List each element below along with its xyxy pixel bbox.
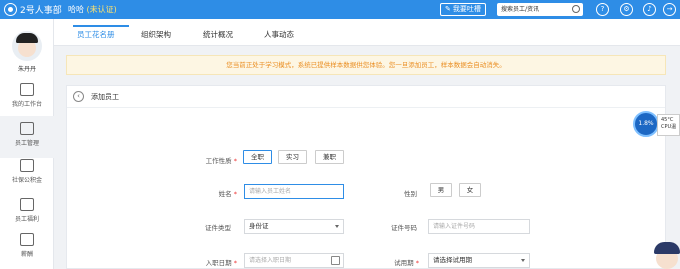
bell-icon[interactable]: ♪: [643, 3, 656, 16]
gender-female-button[interactable]: 女: [459, 183, 481, 197]
work-type-fulltime-button[interactable]: 全职: [243, 150, 272, 164]
gender-male-button[interactable]: 男: [430, 183, 452, 197]
sidebar-item-label: 员工福利: [14, 216, 39, 223]
feedback-label: 我要吐槽: [452, 5, 481, 13]
avatar[interactable]: [12, 31, 42, 61]
sidebar-item-label: 社保公积金: [11, 177, 42, 184]
work-type-parttime-button[interactable]: 兼职: [315, 150, 344, 164]
tab-statistics[interactable]: 统计概况: [203, 29, 233, 40]
cpu-info: 45°C CPU温: [657, 114, 680, 136]
company-status: (未认证): [86, 5, 117, 14]
name-input[interactable]: 请输入员工姓名: [244, 184, 344, 199]
work-type-intern-button[interactable]: 实习: [278, 150, 307, 164]
hire-date-label: 入职日期 *: [177, 257, 237, 267]
probation-select[interactable]: 请选择试用期: [428, 253, 530, 268]
mascot-hat: [654, 242, 680, 254]
tab-bar: 员工花名册 组织架构 统计概况 人事动态: [54, 19, 680, 46]
sidebar-item-label: 薪酬: [20, 251, 33, 258]
avatar-hair: [16, 33, 38, 43]
probation-label-text: 试用期: [394, 259, 414, 267]
hire-date-input[interactable]: 请选择入职日期: [244, 253, 344, 268]
cpu-gauge[interactable]: 1.8%: [633, 111, 659, 137]
app-logo[interactable]: 2号人事部: [4, 3, 62, 16]
feedback-button[interactable]: ✎ 我要吐槽: [440, 3, 486, 16]
required-mark: *: [415, 259, 419, 267]
logout-icon[interactable]: →: [663, 3, 676, 16]
logo-text: 2号人事部: [20, 6, 62, 16]
required-mark: *: [233, 190, 237, 198]
company-label: 哈哈: [68, 5, 84, 14]
staff-icon: [20, 122, 34, 135]
monitor-icon: [20, 83, 34, 96]
sidebar-item-staff[interactable]: 员工管理: [0, 116, 54, 158]
probation-label: 试用期 *: [367, 257, 419, 267]
cpu-temperature: 45°C: [661, 117, 674, 123]
panel-title: 添加员工: [91, 93, 119, 101]
id-number-input[interactable]: 请输入证件号码: [428, 219, 530, 234]
sidebar: 朱丹丹 我的工作台 员工管理 社保公积金 员工福利 薪酬: [0, 19, 54, 269]
add-employee-panel: ‹ 添加员工 工作性质 * 全职 实习 兼职 姓名 * 请输入员工姓名 性别 男…: [66, 85, 666, 269]
sidebar-item-label: 我的工作台: [11, 101, 42, 108]
id-type-value: 身份证: [249, 222, 269, 230]
cpu-label: CPU温: [661, 124, 677, 130]
name-label-text: 姓名: [218, 190, 232, 198]
logo-icon: [4, 3, 17, 16]
probation-value: 请选择试用期: [433, 256, 472, 264]
settings-icon[interactable]: ⚙: [620, 3, 633, 16]
chevron-down-icon: [521, 259, 525, 262]
assistant-mascot[interactable]: [652, 240, 680, 269]
gift-icon: [20, 198, 34, 211]
panel-header: ‹ 添加员工: [67, 86, 665, 108]
sidebar-item-salary[interactable]: 薪酬: [0, 227, 54, 269]
back-button[interactable]: ‹: [73, 91, 84, 102]
required-mark: *: [233, 259, 237, 267]
search-input[interactable]: 搜索员工/资讯: [497, 3, 583, 16]
tab-roster[interactable]: 员工花名册: [77, 29, 115, 40]
id-type-select[interactable]: 身份证: [244, 219, 344, 234]
tab-hr-updates[interactable]: 人事动态: [264, 29, 294, 40]
calendar-icon[interactable]: [331, 256, 340, 265]
id-number-label: 证件号码: [391, 224, 417, 232]
id-type-label: 证件类型: [205, 224, 231, 232]
sidebar-item-label: 员工管理: [14, 140, 39, 147]
chevron-down-icon: [335, 225, 339, 228]
sidebar-item-workbench[interactable]: 我的工作台: [0, 77, 54, 119]
username: 朱丹丹: [17, 66, 36, 73]
learning-mode-notice: 您当前正处于学习模式，系统已提供样本数据供您体验。您一旦添加员工，样本数据会自动…: [66, 55, 666, 75]
help-icon[interactable]: ?: [596, 3, 609, 16]
active-tab-indicator: [73, 25, 129, 27]
search-icon[interactable]: [572, 5, 580, 13]
home-icon: [20, 159, 34, 172]
edit-icon: ✎: [445, 5, 451, 13]
search-placeholder: 搜索员工/资讯: [501, 6, 540, 13]
hire-date-placeholder: 请选择入职日期: [249, 257, 292, 264]
top-bar: 2号人事部 哈哈 (未认证) ✎ 我要吐槽 搜索员工/资讯 ? ⚙ ♪ →: [0, 0, 680, 19]
sidebar-item-social-security[interactable]: 社保公积金: [0, 153, 54, 195]
work-type-label: 工作性质 *: [177, 155, 237, 165]
name-label: 姓名 *: [177, 188, 237, 198]
work-type-label-text: 工作性质: [205, 157, 232, 165]
company-name[interactable]: 哈哈 (未认证): [68, 4, 117, 15]
required-mark: *: [233, 157, 237, 165]
gender-label: 性别: [404, 190, 417, 198]
tab-org-structure[interactable]: 组织架构: [141, 29, 171, 40]
salary-icon: [20, 233, 34, 246]
hire-date-label-text: 入职日期: [205, 259, 232, 267]
